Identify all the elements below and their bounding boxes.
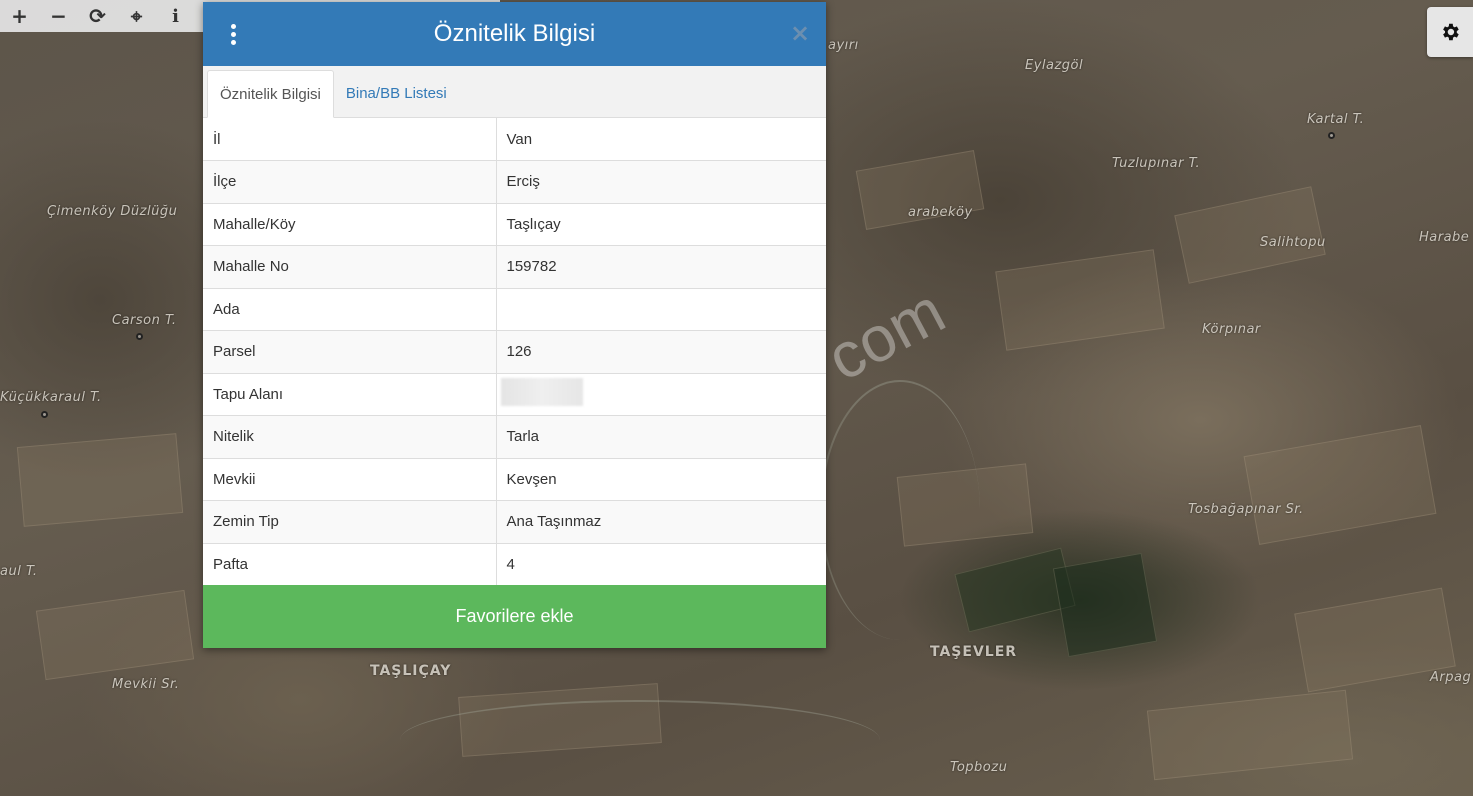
map-label: Tuzlupınar T. bbox=[1112, 156, 1201, 171]
table-row: Pafta 4 bbox=[203, 542, 826, 586]
attribute-key: Zemin Tip bbox=[203, 500, 497, 543]
attribute-value: 126 bbox=[496, 330, 826, 373]
attribute-key: Mevkii bbox=[203, 457, 497, 501]
attribute-value: 4 bbox=[496, 542, 826, 586]
dialog-title: Öznitelik Bilgisi bbox=[433, 20, 596, 47]
map-point-icon bbox=[1328, 132, 1335, 139]
tab-attribute-info[interactable]: Öznitelik Bilgisi bbox=[207, 70, 334, 118]
map-label: TAŞEVLER bbox=[930, 644, 1018, 660]
map-label: Eylazgöl bbox=[1025, 58, 1084, 73]
attribute-key: Tapu Alanı bbox=[203, 372, 497, 416]
attribute-value: 159782 bbox=[496, 245, 826, 288]
map-label: ayırı bbox=[828, 38, 859, 53]
attribute-key: İl bbox=[203, 118, 497, 161]
attribute-value: Ana Taşınmaz bbox=[496, 500, 826, 543]
attribute-key: Pafta bbox=[203, 542, 497, 586]
map-label: Arpag bbox=[1430, 670, 1472, 685]
table-row: Ada bbox=[203, 287, 826, 331]
map-label: Harabe bbox=[1419, 230, 1470, 245]
add-to-favorites-button[interactable]: Favorilere ekle bbox=[203, 585, 826, 648]
map-label: Körpınar bbox=[1202, 322, 1261, 337]
map-label: Tosbağapınar Sr. bbox=[1188, 502, 1304, 517]
table-row: Tapu Alanı bbox=[203, 372, 826, 416]
table-row: Zemin Tip Ana Taşınmaz bbox=[203, 500, 826, 543]
attribute-value: Erciş bbox=[496, 160, 826, 203]
attribute-key: Parsel bbox=[203, 330, 497, 373]
table-row: Nitelik Tarla bbox=[203, 415, 826, 458]
table-row: İl Van bbox=[203, 118, 826, 161]
attribute-value: Van bbox=[506, 130, 533, 148]
table-row: Mevkii Kevşen bbox=[203, 457, 826, 501]
attribute-value: Tarla bbox=[496, 415, 826, 458]
zoom-out-icon[interactable]: − bbox=[39, 1, 78, 31]
dialog-tabs: Öznitelik Bilgisi Bina/BB Listesi bbox=[203, 66, 826, 118]
zoom-in-icon[interactable]: + bbox=[0, 1, 39, 31]
attribute-value bbox=[496, 287, 826, 331]
locate-icon[interactable]: ⌖ bbox=[117, 1, 156, 31]
dialog-header: Öznitelik Bilgisi × bbox=[203, 2, 826, 66]
map-label: Kartal T. bbox=[1307, 112, 1365, 127]
map-label: aul T. bbox=[0, 564, 38, 579]
attribute-dialog: Öznitelik Bilgisi × Öznitelik Bilgisi Bi… bbox=[203, 2, 826, 648]
tab-building-list[interactable]: Bina/BB Listesi bbox=[334, 69, 459, 117]
settings-button[interactable] bbox=[1427, 7, 1473, 57]
map-label: Küçükkaraul T. bbox=[0, 390, 102, 405]
map-point-icon bbox=[136, 333, 143, 340]
close-icon[interactable]: × bbox=[790, 21, 810, 45]
redacted-value bbox=[500, 378, 583, 407]
map-label: TAŞLIÇAY bbox=[370, 663, 452, 679]
info-icon[interactable]: i bbox=[156, 1, 195, 31]
attribute-value bbox=[496, 372, 826, 416]
gear-icon bbox=[1443, 23, 1459, 41]
table-row: İlçe Erciş bbox=[203, 160, 826, 203]
refresh-icon[interactable]: ⟳ bbox=[78, 1, 117, 31]
attribute-key: İlçe bbox=[203, 160, 497, 203]
map-label: Çimenköy Düzlüğu bbox=[47, 204, 178, 219]
map-label: Carson T. bbox=[112, 313, 177, 328]
attribute-key: Ada bbox=[203, 287, 497, 331]
map-label: Mevkii Sr. bbox=[112, 677, 180, 692]
attribute-value: Taşlıçay bbox=[496, 202, 826, 246]
map-label: Topbozu bbox=[950, 760, 1008, 775]
attribute-key: Mahalle/Köy bbox=[203, 202, 497, 246]
more-vertical-icon[interactable] bbox=[223, 20, 243, 48]
watermark: com bbox=[815, 274, 957, 395]
attribute-table: İl Van İlçe Erciş Mahalle/Köy Taşlıçay M… bbox=[203, 118, 826, 586]
attribute-value: Kevşen bbox=[496, 457, 826, 501]
table-row: Mahalle/Köy Taşlıçay bbox=[203, 202, 826, 246]
map-label: arabeköy bbox=[908, 205, 973, 220]
table-row: Parsel 126 bbox=[203, 330, 826, 373]
attribute-key: Mahalle No bbox=[203, 245, 497, 288]
attribute-key: Nitelik bbox=[203, 415, 497, 458]
map-point-icon bbox=[41, 411, 48, 418]
table-row: Mahalle No 159782 bbox=[203, 245, 826, 288]
map-label: Salihtopu bbox=[1260, 235, 1326, 250]
